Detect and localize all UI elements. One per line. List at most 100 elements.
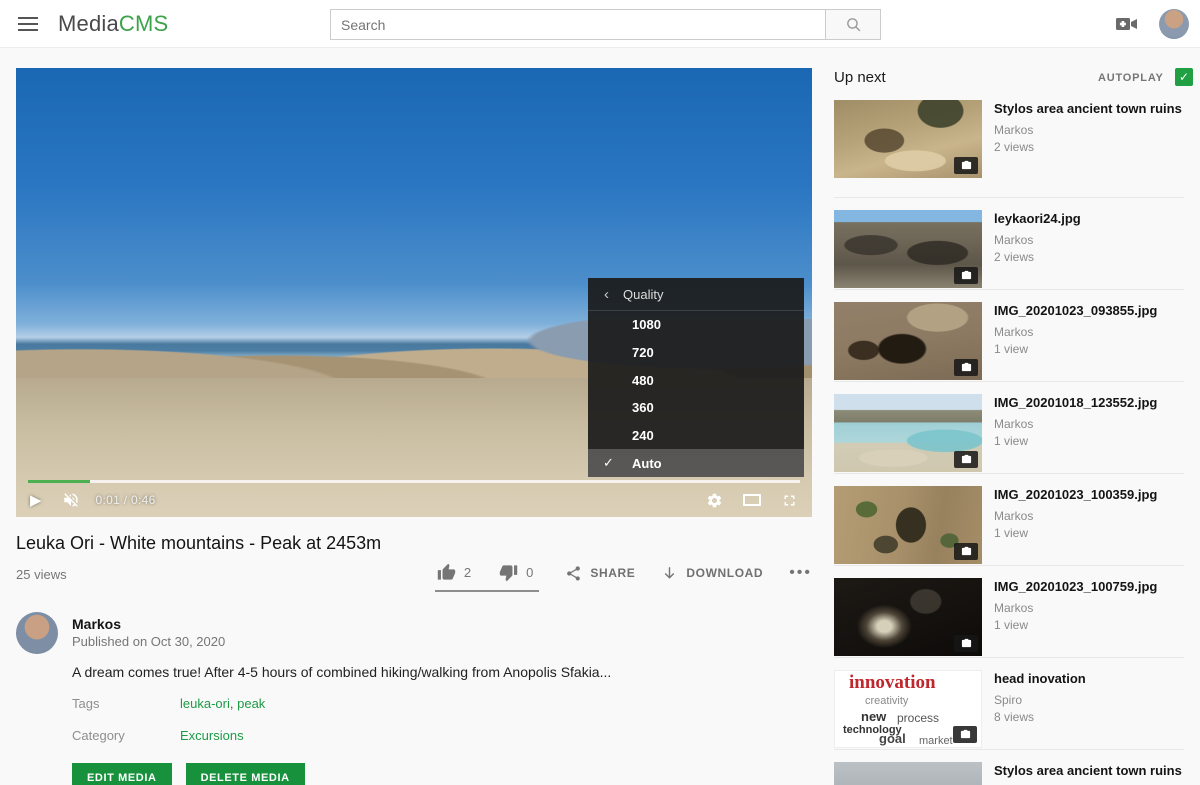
item-title: Stylos area ancient town ruins	[994, 763, 1184, 779]
item-title: IMG_20201023_100759.jpg	[994, 579, 1184, 595]
more-options-button[interactable]: •••	[789, 564, 812, 590]
play-button[interactable]: ▶	[30, 491, 42, 509]
item-title: Stylos area ancient town ruins	[994, 101, 1184, 117]
thumbnail	[834, 486, 982, 564]
quality-menu: ‹ Quality 1080 720 480 360 240 ✓ Auto	[588, 278, 804, 477]
up-next-item-2[interactable]: leykaori24.jpg Markos 2 views	[834, 210, 1184, 288]
download-button[interactable]: DOWNLOAD	[661, 565, 763, 590]
quality-menu-title: Quality	[623, 287, 663, 302]
item-views: 8 views	[994, 710, 1184, 724]
search-button[interactable]	[826, 9, 881, 40]
up-next-item-3[interactable]: IMG_20201023_093855.jpg Markos 1 view	[834, 302, 1184, 380]
quality-option-240[interactable]: 240	[588, 422, 804, 450]
category-label: Category	[72, 728, 125, 743]
user-avatar[interactable]	[1159, 9, 1189, 39]
up-next-item-1[interactable]: Stylos area ancient town ruins Markos 2 …	[834, 100, 1184, 178]
up-next-item-7[interactable]: innovation creativity new process techno…	[834, 670, 1184, 748]
item-author: Markos	[994, 233, 1184, 247]
up-next-item-5[interactable]: IMG_20201023_100359.jpg Markos 1 view	[834, 486, 1184, 564]
up-next-item-4[interactable]: IMG_20201018_123552.jpg Markos 1 view	[834, 394, 1184, 472]
search-input[interactable]	[330, 9, 826, 40]
item-title: IMG_20201018_123552.jpg	[994, 395, 1184, 411]
quality-option-1080[interactable]: 1080	[588, 311, 804, 339]
quality-options: 1080 720 480 360 240 ✓ Auto	[588, 311, 804, 477]
wordcloud-word: goal	[879, 731, 906, 746]
camera-badge-icon	[954, 157, 978, 174]
autoplay-checkbox[interactable]: ✓	[1175, 68, 1193, 86]
category-link-excursions[interactable]: Excursions	[180, 728, 244, 743]
camera-badge-icon	[954, 267, 978, 284]
item-title: IMG_20201023_093855.jpg	[994, 303, 1184, 319]
item-author: Markos	[994, 325, 1184, 339]
thumb-up-icon	[437, 563, 456, 582]
volume-muted-icon[interactable]	[62, 491, 80, 509]
item-author: Markos	[994, 417, 1184, 431]
thumbnail-wordcloud: innovation creativity new process techno…	[834, 670, 982, 748]
menu-icon[interactable]	[18, 17, 38, 31]
search-bar	[330, 9, 881, 40]
back-chevron-icon: ‹	[604, 286, 609, 303]
item-views: 2 views	[994, 140, 1184, 154]
quality-menu-header[interactable]: ‹ Quality	[588, 278, 804, 311]
item-views: 1 view	[994, 342, 1184, 356]
like-button[interactable]: 2	[437, 563, 471, 582]
theater-mode-icon[interactable]	[743, 494, 761, 506]
mediacms-page: MediaCMS	[0, 0, 1200, 785]
tag-link-leuka-ori[interactable]: leuka-ori	[180, 696, 230, 711]
share-label: SHARE	[590, 566, 635, 580]
author-avatar[interactable]	[16, 612, 58, 654]
delete-media-button[interactable]: DELETE MEDIA	[186, 763, 305, 785]
wordcloud-word: market	[919, 735, 953, 747]
up-next-title: Up next	[834, 69, 886, 86]
autoplay-label: AUTOPLAY	[1098, 72, 1164, 84]
camera-badge-icon	[953, 726, 977, 743]
share-button[interactable]: SHARE	[565, 565, 635, 590]
tags-label: Tags	[72, 696, 99, 711]
video-description: A dream comes true! After 4-5 hours of c…	[72, 664, 712, 680]
item-views: 1 view	[994, 526, 1184, 540]
author-name[interactable]: Markos	[72, 616, 121, 632]
video-player[interactable]: ▶ 0:01 / 0:46	[16, 68, 812, 517]
media-buttons: EDIT MEDIA DELETE MEDIA	[72, 763, 305, 785]
thumb-down-icon	[499, 563, 518, 582]
tag-link-peak[interactable]: peak	[237, 696, 265, 711]
share-icon	[565, 565, 582, 582]
camera-badge-icon	[954, 543, 978, 560]
thumbnail	[834, 100, 982, 178]
wordcloud-word: process	[897, 711, 939, 725]
item-title: head inovation	[994, 671, 1184, 687]
video-camera-plus-icon	[1114, 13, 1140, 35]
logo[interactable]: MediaCMS	[58, 11, 168, 37]
camera-badge-icon	[954, 451, 978, 468]
thumbnail	[834, 762, 982, 785]
dislike-count: 0	[526, 565, 533, 580]
item-views: 2 views	[994, 250, 1184, 264]
item-author: Markos	[994, 123, 1184, 137]
up-next-item-6[interactable]: IMG_20201023_100759.jpg Markos 1 view	[834, 578, 1184, 656]
quality-option-480[interactable]: 480	[588, 366, 804, 394]
top-bar: MediaCMS	[0, 0, 1200, 48]
tags-list: leuka-ori, peak	[180, 696, 265, 711]
time-display: 0:01 / 0:46	[96, 493, 156, 507]
dislike-button[interactable]: 0	[499, 563, 533, 582]
item-title: IMG_20201023_100359.jpg	[994, 487, 1184, 503]
edit-media-button[interactable]: EDIT MEDIA	[72, 763, 172, 785]
quality-option-auto[interactable]: ✓ Auto	[588, 449, 804, 477]
item-author: Markos	[994, 601, 1184, 615]
item-title: leykaori24.jpg	[994, 211, 1184, 227]
quality-option-720[interactable]: 720	[588, 339, 804, 367]
up-next-item-8[interactable]: Stylos area ancient town ruins	[834, 762, 1184, 785]
settings-gear-icon[interactable]	[706, 492, 723, 509]
fullscreen-icon[interactable]	[781, 492, 798, 509]
thumbnail	[834, 394, 982, 472]
publish-date: Published on Oct 30, 2020	[72, 634, 225, 649]
logo-cms-text: CMS	[119, 11, 169, 36]
thumbnail	[834, 210, 982, 288]
download-icon	[661, 565, 678, 582]
camera-badge-icon	[954, 635, 978, 652]
thumbnail	[834, 578, 982, 656]
upload-media-button[interactable]	[1114, 13, 1140, 35]
item-views: 1 view	[994, 618, 1184, 632]
thumbnail	[834, 302, 982, 380]
quality-option-360[interactable]: 360	[588, 394, 804, 422]
